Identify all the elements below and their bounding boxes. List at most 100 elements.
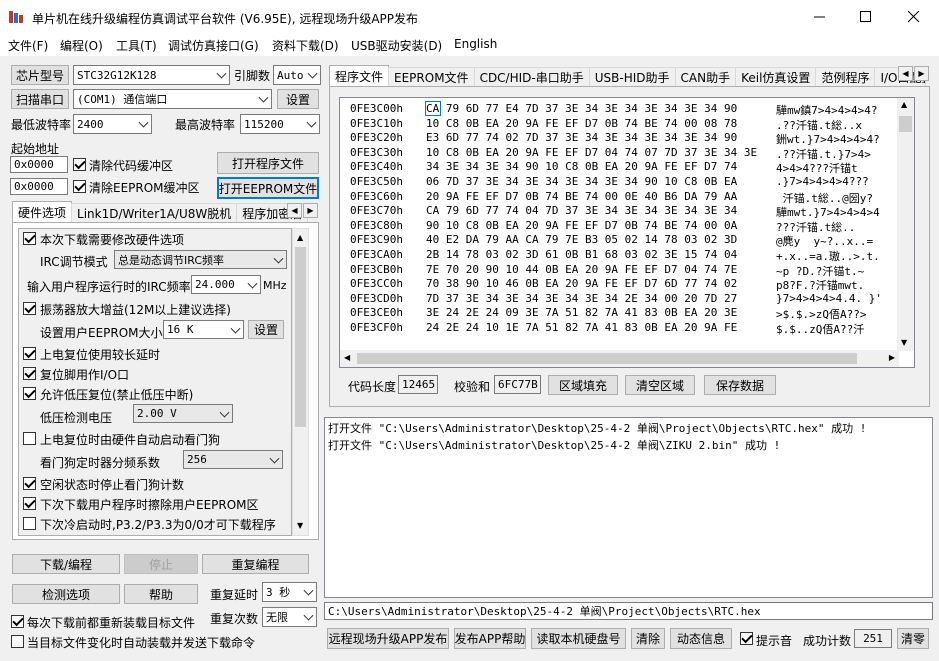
scroll-down-icon[interactable]: ▼ bbox=[297, 521, 303, 530]
irc-freq-label: 输入用户程序运行时的IRC频率 bbox=[27, 280, 191, 294]
download-program-button[interactable]: 下载/编程 bbox=[12, 554, 120, 574]
reset-count-button[interactable]: 清零 bbox=[897, 628, 929, 649]
read-disk-button[interactable]: 读取本机硬盘号 bbox=[531, 628, 626, 649]
app-icon bbox=[9, 10, 23, 24]
repeat-delay-select[interactable]: 3 秒 bbox=[262, 582, 317, 602]
tab-eeprom-file[interactable]: EEPROM文件 bbox=[388, 67, 475, 86]
menu-tools[interactable]: 工具(T) bbox=[116, 37, 157, 54]
title-bar: 单片机在线升级编程仿真调试平台软件 (V6.95E), 远程现场升级APP发布 bbox=[0, 0, 939, 34]
auto-send-checkbox[interactable] bbox=[11, 635, 24, 648]
left-tab-scroll-left[interactable]: ◀ bbox=[287, 203, 302, 218]
wdt-idle-stop-label: 空闲状态时停止看门狗计数 bbox=[40, 478, 185, 492]
menu-usb-driver[interactable]: USB驱动安装(D) bbox=[351, 37, 442, 54]
tab-cdc-hid[interactable]: CDC/HID-串口助手 bbox=[473, 67, 590, 86]
hw-options-scrollbar[interactable]: ▲ ▼ bbox=[292, 228, 309, 536]
log-area[interactable]: 打开文件 "C:\Users\Administrator\Desktop\25-… bbox=[324, 417, 933, 598]
port-select[interactable]: (COM1) 通信端口 bbox=[73, 89, 272, 109]
modify-hw-options-checkbox[interactable] bbox=[23, 232, 36, 245]
open-eeprom-file-button[interactable]: 打开EEPROM文件 bbox=[217, 177, 319, 199]
menu-file[interactable]: 文件(F) bbox=[8, 37, 48, 54]
hex-ascii: p8?F.?汘锚mwt. bbox=[776, 279, 865, 293]
scroll-right-icon[interactable]: ▶ bbox=[889, 353, 895, 362]
irc-freq-select[interactable]: 24.000 bbox=[191, 275, 261, 294]
fill-area-button[interactable]: 区域填充 bbox=[548, 375, 618, 395]
hex-address: 0FE3CC0h bbox=[350, 277, 403, 291]
code-start-address-input[interactable]: 0x0000 bbox=[10, 156, 68, 173]
tab-hardware-options[interactable]: 硬件选项 bbox=[12, 201, 73, 222]
scroll-left-icon[interactable]: ◀ bbox=[344, 353, 350, 362]
hex-bytes: 10 C8 0B EA 20 9A FE EF D7 04 74 07 7D 3… bbox=[426, 145, 758, 159]
scroll-thumb[interactable] bbox=[295, 247, 306, 427]
tab-program-file[interactable]: 程序文件 bbox=[329, 65, 390, 86]
menu-program[interactable]: 编程(O) bbox=[60, 37, 103, 54]
scroll-up-icon[interactable]: ▲ bbox=[297, 233, 303, 242]
clear-code-buffer-checkbox[interactable] bbox=[73, 158, 86, 171]
scroll-up-icon[interactable]: ▲ bbox=[901, 100, 907, 109]
tab-keil[interactable]: Keil仿真设置 bbox=[735, 67, 817, 86]
eeprom-start-address-input[interactable]: 0x0000 bbox=[10, 178, 68, 195]
animation-info-button[interactable]: 动态信息 bbox=[670, 628, 732, 649]
menu-download[interactable]: 资料下载(D) bbox=[272, 37, 339, 54]
scroll-thumb[interactable] bbox=[899, 116, 912, 132]
right-tab-scroll-left[interactable]: ◀ bbox=[898, 66, 913, 81]
repeat-count-select[interactable]: 无限 bbox=[262, 607, 317, 627]
chevron-down-icon bbox=[269, 453, 280, 464]
wdt-idle-stop-checkbox[interactable] bbox=[23, 477, 36, 490]
publish-help-button[interactable]: 发布APP帮助 bbox=[454, 628, 526, 649]
stop-button[interactable]: 停止 bbox=[124, 554, 198, 574]
clear-code-buffer-label: 清除代码缓冲区 bbox=[89, 159, 174, 173]
scan-port-button[interactable]: 扫描串口 bbox=[11, 89, 69, 109]
save-data-button[interactable]: 保存数据 bbox=[704, 375, 776, 395]
scroll-down-icon[interactable]: ▼ bbox=[901, 338, 907, 347]
reload-before-download-checkbox[interactable] bbox=[11, 615, 24, 628]
eeprom-size-set-button[interactable]: 设置 bbox=[248, 320, 284, 339]
irc-mode-select[interactable]: 总是动态调节IRC频率 bbox=[114, 250, 287, 269]
menu-english[interactable]: English bbox=[454, 37, 497, 51]
port-settings-button[interactable]: 设置 bbox=[277, 89, 319, 109]
p32-p33-checkbox[interactable] bbox=[23, 517, 36, 530]
left-tab-scroll-right[interactable]: ▶ bbox=[303, 203, 318, 218]
tab-examples[interactable]: 范例程序 bbox=[815, 67, 876, 86]
hex-viewer[interactable]: 0FE3C00h CA 79 6D 77 E4 7D 37 3E 34 3E 34… bbox=[339, 97, 915, 368]
wdt-prescaler-label: 看门狗定时器分频系数 bbox=[40, 456, 161, 470]
start-address-label: 起始地址 bbox=[11, 142, 60, 156]
wdt-auto-start-checkbox[interactable] bbox=[23, 432, 36, 445]
hex-vertical-scrollbar[interactable]: ▲ ▼ bbox=[897, 98, 914, 351]
minimize-button[interactable] bbox=[797, 0, 843, 34]
clear-eeprom-buffer-checkbox[interactable] bbox=[73, 180, 86, 193]
tab-can[interactable]: CAN助手 bbox=[674, 67, 737, 86]
open-program-file-button[interactable]: 打开程序文件 bbox=[217, 152, 319, 174]
low-voltage-reset-checkbox[interactable] bbox=[23, 387, 36, 400]
right-tab-scroll-right[interactable]: ▶ bbox=[914, 66, 929, 81]
tab-usb-hid[interactable]: USB-HID助手 bbox=[588, 67, 676, 86]
beep-checkbox[interactable] bbox=[740, 632, 753, 645]
tab-link1d[interactable]: Link1D/Writer1A/U8W脱机 bbox=[71, 203, 238, 222]
lvd-select[interactable]: 2.00 V bbox=[133, 404, 233, 423]
pins-select[interactable]: Auto bbox=[273, 65, 321, 85]
min-baud-select[interactable]: 2400 bbox=[73, 114, 152, 134]
maximize-button[interactable] bbox=[843, 0, 889, 34]
clear-log-button[interactable]: 清除 bbox=[631, 628, 665, 649]
close-button[interactable] bbox=[889, 0, 939, 34]
chip-model-button[interactable]: 芯片型号 bbox=[11, 65, 69, 85]
remote-upgrade-button[interactable]: 远程现场升级APP发布 bbox=[327, 628, 449, 649]
osc-gain-checkbox[interactable] bbox=[23, 302, 36, 315]
scroll-thumb[interactable] bbox=[357, 353, 857, 364]
reset-pin-io-checkbox[interactable] bbox=[23, 367, 36, 380]
eeprom-size-select[interactable]: 16 K bbox=[163, 320, 244, 339]
menu-debug[interactable]: 调试仿真接口(G) bbox=[168, 37, 259, 54]
check-options-button[interactable]: 检测选项 bbox=[12, 584, 120, 604]
hex-bytes: CA 79 6D 77 E4 7D 37 3E 34 3E 34 3E 34 3… bbox=[426, 102, 738, 115]
repeat-program-button[interactable]: 重复编程 bbox=[202, 554, 309, 574]
file-path-field[interactable]: C:\Users\Administrator\Desktop\25-4-2 单阀… bbox=[324, 602, 933, 620]
erase-eeprom-checkbox[interactable] bbox=[23, 497, 36, 510]
help-button[interactable]: 帮助 bbox=[124, 584, 198, 604]
hex-horizontal-scrollbar[interactable]: ◀ ▶ bbox=[340, 350, 899, 367]
wdt-prescaler-select[interactable]: 256 bbox=[183, 450, 283, 469]
hex-address: 0FE3C00h bbox=[350, 102, 403, 115]
max-baud-select[interactable]: 115200 bbox=[240, 114, 320, 134]
chip-model-select[interactable]: STC32G12K128 bbox=[73, 65, 230, 85]
clear-area-button[interactable]: 清空区域 bbox=[625, 375, 695, 395]
max-baud-value: 115200 bbox=[244, 117, 284, 131]
long-reset-delay-checkbox[interactable] bbox=[23, 347, 36, 360]
